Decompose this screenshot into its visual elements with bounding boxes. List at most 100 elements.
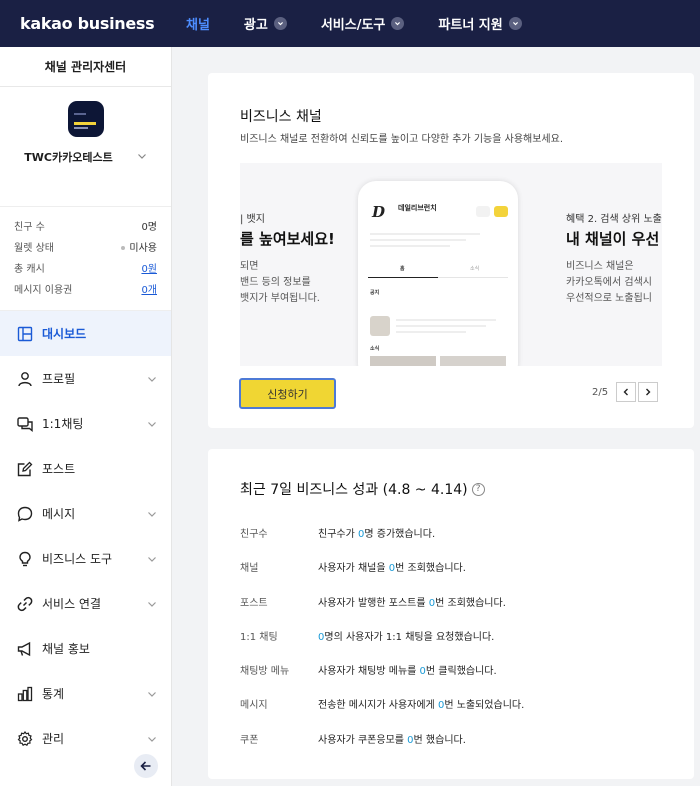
perf-label: 1:1 채팅 — [240, 632, 278, 643]
stat-cash-link[interactable]: 0원 — [141, 260, 157, 275]
megaphone-icon — [16, 640, 34, 658]
stat-message-vouchers: 메시지 이용권 0개 — [14, 278, 157, 299]
perf-row-chat: 1:1 채팅 0명의 사용자가 1:1 채팅을 요청했습니다. — [240, 628, 494, 643]
chevron-down-icon — [147, 598, 157, 612]
stat-cash: 총 캐시 0원 — [14, 257, 157, 278]
kakao-business-logo[interactable]: kakao business — [20, 14, 186, 33]
benefits-carousel[interactable]: | 뱃지 를 높여보세요! 되면 밴드 등의 정보를 뱃지가 부여됩니다. D … — [240, 163, 662, 366]
phone-add-button — [494, 206, 508, 217]
sidebar-item-dashboard[interactable]: 대시보드 — [0, 311, 171, 356]
sidebar-item-label: 비즈니스 도구 — [42, 552, 113, 566]
perf-row-friends: 친구수 친구수가 0명 증가했습니다. — [240, 525, 435, 540]
perf-label: 포스트 — [240, 598, 268, 609]
performance-card: 최근 7일 비즈니스 성과 (4.8 ~ 4.14) ? 친구수 친구수가 0명… — [208, 449, 694, 779]
news-thumbnail — [440, 356, 506, 366]
chevron-down-icon — [273, 17, 287, 30]
stat-vouchers-link[interactable]: 0개 — [141, 281, 157, 296]
collapse-sidebar-button[interactable] — [134, 754, 158, 778]
apply-button[interactable]: 신청하기 — [239, 378, 336, 409]
gear-icon — [16, 730, 34, 748]
sidebar-item-post[interactable]: 포스트 — [0, 446, 171, 491]
nav-channel-label: 채널 — [186, 18, 210, 33]
sidebar-item-label: 서비스 연결 — [42, 597, 102, 611]
chevron-down-icon — [137, 151, 147, 164]
stat-friends: 친구 수 0명 — [14, 215, 157, 236]
sidebar-item-statistics[interactable]: 통계 — [0, 671, 171, 716]
phone-mockup: D 데일리브런치 홈 소식 공지 소식 — [358, 181, 518, 366]
nav-services-tools-label: 서비스/도구 — [320, 18, 386, 33]
sidebar-item-label: 1:1채팅 — [42, 417, 84, 431]
stat-label: 월렛 상태 — [14, 243, 54, 254]
status-dot-icon — [121, 246, 126, 250]
chevron-right-icon — [646, 388, 651, 396]
prev-slide-button[interactable] — [616, 382, 637, 402]
carousel-pager: 2/5 — [592, 382, 659, 402]
top-navigation-bar: kakao business 채널 광고 서비스/도구 파트너 지원 — [0, 0, 700, 47]
perf-row-channel: 채널 사용자가 채널을 0번 조회했습니다. — [240, 559, 466, 574]
perf-text: 0명의 사용자가 1:1 채팅을 요청했습니다. — [318, 632, 495, 643]
chevron-down-icon — [508, 17, 522, 30]
perf-label: 메시지 — [240, 700, 268, 711]
slide-body: 되면 밴드 등의 정보를 뱃지가 부여됩니다. — [240, 259, 320, 307]
page-indicator: 2/5 — [592, 386, 609, 398]
stat-wallet: 월렛 상태 미사용 — [14, 236, 157, 257]
perf-text: 사용자가 쿠폰응모를 0번 했습니다. — [318, 735, 466, 746]
nav-partner-support[interactable]: 파트너 지원 — [438, 14, 522, 33]
chevron-left-icon — [623, 388, 629, 396]
perf-row-message: 메시지 전송한 메시지가 사용자에게 0번 노출되었습니다. — [240, 696, 524, 711]
channel-profile: TWC카카오테스트 — [0, 87, 171, 207]
chat-icon — [16, 415, 34, 433]
stat-label: 친구 수 — [14, 222, 45, 233]
sidebar-item-label: 대시보드 — [42, 327, 87, 341]
sidebar-item-label: 관리 — [42, 732, 65, 746]
sidebar-item-message[interactable]: 메시지 — [0, 491, 171, 536]
perf-text: 사용자가 채팅방 메뉴를 0번 클릭했습니다. — [318, 666, 497, 677]
perf-row-coupon: 쿠폰 사용자가 쿠폰응모를 0번 했습니다. — [240, 731, 466, 746]
slide-headline: 내 채널이 우선 — [566, 230, 660, 248]
slide-body-line: 되면 — [240, 261, 259, 272]
nav-ads-label: 광고 — [243, 18, 268, 33]
slide-body-line: 카카오톡에서 검색시 — [566, 277, 652, 288]
channel-selector[interactable]: TWC카카오테스트 — [0, 149, 171, 165]
notice-thumbnail — [370, 316, 390, 336]
perf-text: 전송한 메시지가 사용자에게 0번 노출되었습니다. — [318, 700, 525, 711]
stat-value: 미사용 — [121, 239, 157, 254]
help-icon[interactable]: ? — [471, 482, 485, 496]
arrow-left-icon — [140, 757, 152, 776]
sidebar: 채널 관리자센터 TWC카카오테스트 친구 수 0명 월렛 상태 미사용 총 캐시 0… — [0, 47, 172, 786]
news-thumbnail — [370, 356, 436, 366]
nav-partner-support-label: 파트너 지원 — [438, 18, 503, 33]
perf-label: 채널 — [240, 563, 259, 574]
phone-section-notice: 공지 — [370, 290, 380, 296]
lightbulb-icon — [16, 550, 34, 568]
sidebar-item-label: 메시지 — [42, 507, 76, 521]
channel-stats: 친구 수 0명 월렛 상태 미사용 총 캐시 0원 메시지 이용권 0개 — [0, 207, 171, 311]
slide-body: 비즈니스 채널은 카카오톡에서 검색시 우선적으로 노출됩니 — [566, 259, 652, 307]
sidebar-item-channel-promotion[interactable]: 채널 홍보 — [0, 626, 171, 671]
performance-title: 최근 7일 비즈니스 성과 (4.8 ~ 4.14) ? — [240, 479, 485, 499]
sidebar-item-chat[interactable]: 1:1채팅 — [0, 401, 171, 446]
perf-row-post: 포스트 사용자가 발행한 포스트를 0번 조회했습니다. — [240, 594, 506, 609]
stat-value: 0명 — [141, 222, 157, 233]
perf-text: 친구수가 0명 증가했습니다. — [318, 529, 436, 540]
slide-subtitle: | 뱃지 — [240, 214, 265, 225]
chevron-down-icon — [147, 733, 157, 747]
sidebar-item-service-connect[interactable]: 서비스 연결 — [0, 581, 171, 626]
sidebar-item-business-tools[interactable]: 비즈니스 도구 — [0, 536, 171, 581]
business-channel-description: 비즈니스 채널로 전환하여 신뢰도를 높이고 다양한 추가 기능을 사용해보세요… — [240, 134, 564, 145]
main-nav: 채널 광고 서비스/도구 파트너 지원 — [186, 14, 556, 33]
sidebar-item-profile[interactable]: 프로필 — [0, 356, 171, 401]
slide-body-line: 뱃지가 부여됩니다. — [240, 293, 320, 304]
dashboard-icon — [16, 325, 34, 343]
wallet-status-text: 미사용 — [129, 243, 157, 254]
perf-label: 채팅방 메뉴 — [240, 666, 290, 677]
sidebar-item-label: 채널 홍보 — [42, 642, 90, 656]
nav-channel[interactable]: 채널 — [186, 14, 210, 33]
edit-icon — [16, 460, 34, 478]
avatar[interactable] — [67, 101, 104, 137]
next-slide-button[interactable] — [638, 382, 659, 402]
perf-text: 사용자가 채널을 0번 조회했습니다. — [318, 563, 466, 574]
nav-services-tools[interactable]: 서비스/도구 — [321, 14, 405, 33]
nav-ads[interactable]: 광고 — [244, 14, 287, 33]
chevron-down-icon — [147, 508, 157, 522]
